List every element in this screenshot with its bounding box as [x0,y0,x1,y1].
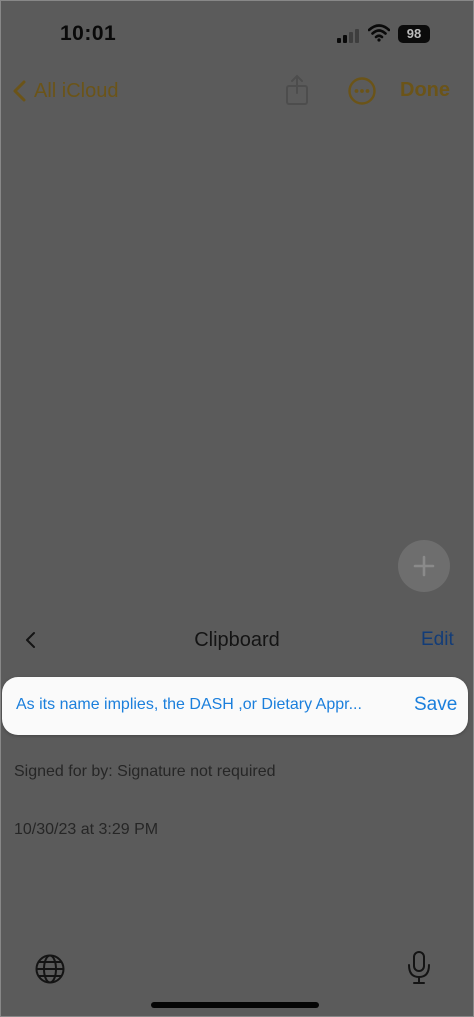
clipboard-history-item[interactable]: 10/30/23 at 3:29 PM [14,821,158,839]
screen: 10:01 98 All iCloud Done Clipboard Edit … [0,0,474,1017]
clipboard-title: Clipboard [194,629,280,651]
home-indicator [151,1002,319,1008]
ellipsis-circle-icon[interactable] [347,76,377,106]
clipboard-current-item[interactable]: As its name implies, the DASH ,or Dietar… [2,677,468,735]
edit-button[interactable]: Edit [421,629,454,651]
clipboard-panel [0,605,474,1017]
microphone-icon[interactable] [405,950,433,986]
cellular-signal-icon [337,27,363,43]
back-button-label: All iCloud [34,79,119,102]
clipboard-history-item[interactable]: Signed for by: Signature not required [14,763,276,781]
status-time: 10:01 [60,22,117,45]
back-button[interactable]: All iCloud [10,76,118,106]
add-button[interactable] [398,540,450,592]
plus-icon [413,555,435,577]
share-icon[interactable] [283,74,311,106]
wifi-icon [368,24,390,42]
battery-indicator: 98 [398,25,430,43]
save-button[interactable]: Save [414,694,457,716]
globe-icon[interactable] [34,953,66,985]
chevron-left-icon [13,80,26,102]
clipboard-item-text[interactable]: As its name implies, the DASH ,or Dietar… [16,696,401,714]
done-button[interactable]: Done [400,79,450,102]
